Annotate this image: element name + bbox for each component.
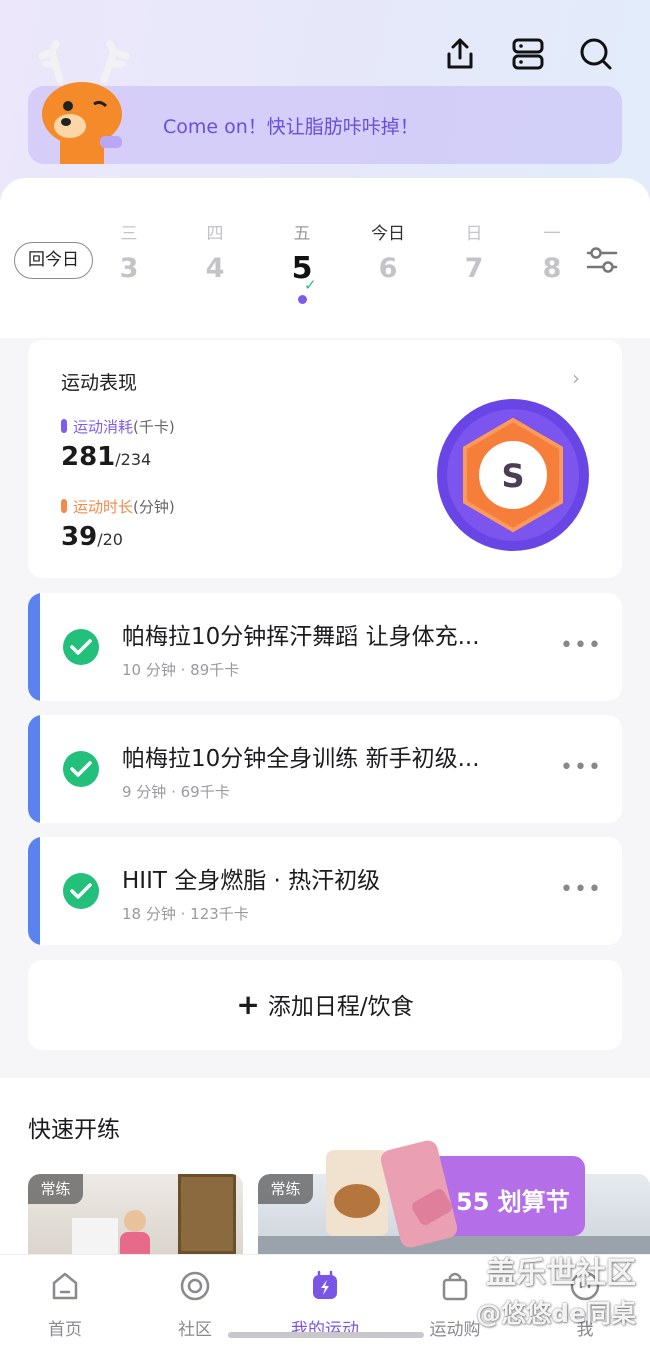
task-title: 帕梅拉10分钟挥汗舞蹈 让身体充... <box>122 624 480 650</box>
workout-task-item[interactable]: 帕梅拉10分钟挥汗舞蹈 让身体充... 10 分钟 · 89千卡 ••• <box>28 593 622 701</box>
day-weekday: 今日 <box>371 224 405 244</box>
performance-title: 运动表现 <box>61 372 138 394</box>
day-weekday: 一 <box>543 224 561 244</box>
more-options-icon[interactable]: ••• <box>560 755 602 780</box>
more-options-icon[interactable]: ••• <box>560 633 602 658</box>
frequent-tag: 常练 <box>28 1174 83 1204</box>
task-stripe <box>28 715 40 823</box>
day-number: 6 <box>378 253 398 284</box>
check-circle-icon[interactable] <box>62 628 100 666</box>
tab-home[interactable]: 首页 <box>15 1269 115 1340</box>
task-title: HIIT 全身燃脂 · 热汗初级 <box>122 868 381 894</box>
calendar-day-selected[interactable]: 五 5 <box>272 222 332 286</box>
task-stripe <box>28 837 40 945</box>
day-number: 4 <box>205 253 225 284</box>
home-icon <box>52 1272 78 1300</box>
quick-start-title: 快速开练 <box>28 1117 120 1143</box>
add-schedule-label: 添加日程/饮食 <box>267 994 414 1020</box>
watermark-title: 盖乐世社区 <box>486 1256 636 1291</box>
promo-text: 55 划算节 <box>456 1188 570 1216</box>
check-circle-icon[interactable] <box>62 750 100 788</box>
duration-color-bar <box>61 499 67 513</box>
banner-text: Come on！快让脂肪咔咔掉！ <box>163 116 419 138</box>
day-number: 8 <box>542 253 562 284</box>
performance-badge-icon[interactable]: S <box>436 398 590 552</box>
calendar-day[interactable]: 四 4 <box>185 222 245 286</box>
shopping-bag-icon <box>442 1272 468 1301</box>
promo-floating-banner[interactable]: 55 划算节 <box>322 1138 587 1250</box>
day-number: 3 <box>119 253 139 284</box>
workout-task-item[interactable]: 帕梅拉10分钟全身训练 新手初级... 9 分钟 · 69千卡 ••• <box>28 715 622 823</box>
day-weekday: 四 <box>206 224 224 244</box>
add-schedule-content: + 添加日程/饮食 <box>28 960 622 1050</box>
share-icon[interactable] <box>440 34 480 74</box>
drink-product-image <box>326 1150 388 1236</box>
watermark-author: @悠悠de同桌 <box>476 1299 636 1328</box>
calendar-day-today[interactable]: 今日 6 <box>358 222 418 286</box>
duration-value: 39/20 <box>61 522 123 552</box>
frequent-tag: 常练 <box>258 1174 313 1204</box>
filter-settings-icon[interactable] <box>584 242 620 278</box>
duration-label: 运动时长(分钟) <box>61 496 175 517</box>
deer-mascot-icon <box>38 40 130 164</box>
tab-community[interactable]: 社区 <box>145 1269 245 1340</box>
day-number: 7 <box>464 253 484 284</box>
calendar-day[interactable]: 三 3 <box>99 222 159 286</box>
calories-value: 281/234 <box>61 442 152 472</box>
task-stripe <box>28 593 40 701</box>
calories-color-bar <box>61 419 67 433</box>
trainer-image <box>124 1210 146 1232</box>
chevron-right-icon[interactable]: › <box>572 366 580 390</box>
check-circle-icon[interactable] <box>62 872 100 910</box>
home-indicator[interactable] <box>228 1332 424 1338</box>
day-weekday: 三 <box>120 224 138 244</box>
lightning-calendar-icon <box>313 1270 337 1299</box>
device-icon[interactable] <box>508 34 548 74</box>
tab-my-workout[interactable]: 我的运动 <box>275 1269 375 1340</box>
header-area: Come on！快让脂肪咔咔掉！ <box>0 0 650 200</box>
day-number: 5 <box>291 251 313 286</box>
performance-card[interactable]: 运动表现 › 运动消耗(千卡) 281/234 运动时长(分钟) 39/20 S <box>28 340 622 578</box>
wall-picture-image <box>178 1174 236 1254</box>
workout-task-item[interactable]: HIIT 全身燃脂 · 热汗初级 18 分钟 · 123千卡 ••• <box>28 837 622 945</box>
calendar-day[interactable]: 日 7 <box>444 222 504 286</box>
back-to-today-button[interactable]: 回今日 <box>14 242 93 279</box>
task-meta: 9 分钟 · 69千卡 <box>122 783 230 801</box>
plus-icon: + <box>236 988 260 1021</box>
task-meta: 10 分钟 · 89千卡 <box>122 661 240 679</box>
add-schedule-button[interactable]: + 添加日程/饮食 <box>28 960 622 1050</box>
quick-start-card[interactable]: 常练 <box>28 1174 243 1264</box>
day-weekday: 五 <box>293 224 311 244</box>
calories-label: 运动消耗(千卡) <box>61 416 175 437</box>
badge-letter: S <box>501 457 524 495</box>
calendar-day[interactable]: 一 8 <box>527 222 577 286</box>
task-meta: 18 分钟 · 123千卡 <box>122 905 249 923</box>
calendar-strip: 回今日 三 3 四 4 五 5 ✓ 今日 6 日 7 一 8 <box>0 178 650 338</box>
activity-dot <box>298 295 307 304</box>
task-title: 帕梅拉10分钟全身训练 新手初级... <box>122 746 480 772</box>
tab-label: 首页 <box>48 1320 82 1340</box>
completed-check-icon: ✓ <box>304 276 317 294</box>
community-icon <box>180 1271 210 1301</box>
more-options-icon[interactable]: ••• <box>560 877 602 902</box>
search-icon[interactable] <box>576 34 616 74</box>
day-weekday: 日 <box>465 224 483 244</box>
